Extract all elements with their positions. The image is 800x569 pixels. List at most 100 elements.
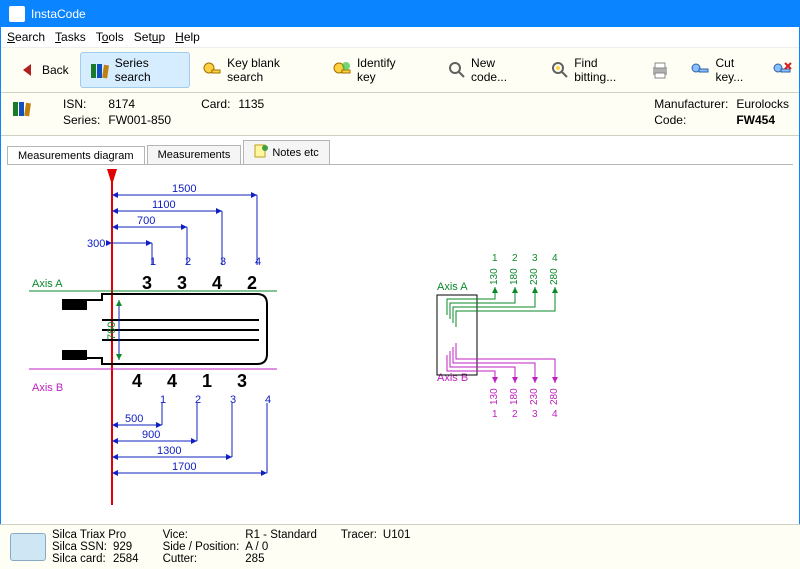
svg-text:180: 180 (509, 388, 520, 405)
svg-text:1300: 1300 (157, 445, 181, 457)
menu-help[interactable]: Help (175, 30, 200, 44)
svg-text:3: 3 (177, 273, 187, 293)
cutter-label: Cutter: (163, 553, 240, 565)
svg-text:1: 1 (160, 394, 166, 406)
series-search-label: Series search (115, 56, 181, 84)
cut-key-button[interactable]: Cut key... (680, 52, 769, 88)
svg-text:300: 300 (87, 238, 105, 250)
series-value: FW001-850 (108, 113, 171, 127)
svg-text:2: 2 (247, 273, 257, 293)
machine-icon (10, 533, 46, 561)
svg-text:280: 280 (549, 388, 560, 405)
key-diagram: 1500 1100 700 300 1 2 3 4 Axis A 3 3 4 2… (7, 165, 793, 523)
card-label: Card: (201, 97, 230, 127)
key-search-icon (201, 59, 223, 81)
svg-text:1100: 1100 (152, 199, 176, 211)
tab-bar: Measurements diagram Measurements Notes … (1, 136, 799, 164)
card-value: 1135 (238, 97, 264, 127)
back-button[interactable]: Back (7, 55, 78, 85)
svg-text:180: 180 (509, 268, 520, 285)
footer-strip: Silca Triax Pro Silca SSN:929 Silca card… (0, 524, 800, 569)
svg-text:500: 500 (125, 413, 143, 425)
menu-search[interactable]: Search (7, 30, 45, 44)
menu-setup[interactable]: Setup (134, 30, 165, 44)
side-label: Side / Position: (163, 541, 240, 553)
identify-key-icon (331, 59, 353, 81)
manufacturer-value: Eurolocks (736, 97, 789, 111)
tab-notes[interactable]: Notes etc (243, 140, 329, 164)
machine-name: Silca Triax Pro (52, 529, 139, 541)
svg-text:2: 2 (185, 256, 191, 268)
identify-key-label: Identify key (357, 56, 412, 84)
back-label: Back (42, 63, 69, 77)
svg-text:Axis B: Axis B (32, 382, 63, 394)
cut-key-icon (689, 59, 711, 81)
svg-text:280: 280 (549, 268, 560, 285)
svg-text:3: 3 (142, 273, 152, 293)
tab-measurements[interactable]: Measurements (147, 145, 242, 164)
key-blank-search-button[interactable]: Key blank search (192, 52, 320, 88)
silca-card-value: 2584 (113, 553, 139, 565)
printer-icon[interactable] (649, 59, 671, 81)
tracer-label: Tracer: (341, 529, 377, 565)
svg-text:230: 230 (529, 388, 540, 405)
ssn-value: 929 (113, 541, 139, 553)
cutter-value: 285 (245, 553, 317, 565)
svg-text:1: 1 (492, 409, 498, 420)
svg-text:Axis A: Axis A (32, 278, 63, 290)
svg-text:130: 130 (489, 388, 500, 405)
svg-text:3: 3 (220, 256, 226, 268)
svg-text:4: 4 (265, 394, 271, 406)
app-icon (9, 6, 25, 22)
magnifier-icon (447, 59, 467, 81)
svg-text:Axis A: Axis A (437, 281, 468, 293)
svg-text:4: 4 (552, 253, 558, 264)
svg-text:2: 2 (512, 409, 518, 420)
find-bitting-button[interactable]: Find bitting... (541, 52, 647, 88)
diagram-panel: 1500 1100 700 300 1 2 3 4 Axis A 3 3 4 2… (7, 164, 793, 524)
svg-text:2: 2 (512, 253, 518, 264)
cut-key-label: Cut key... (715, 56, 760, 84)
svg-text:4: 4 (132, 371, 142, 391)
info-strip: ISN: 8174 Series: FW001-850 Card: 1135 M… (1, 93, 799, 136)
svg-text:1700: 1700 (172, 461, 196, 473)
manufacturer-label: Manufacturer: (654, 97, 728, 111)
new-code-button[interactable]: New code... (438, 52, 539, 88)
key-blank-search-label: Key blank search (227, 56, 311, 84)
vice-label: Vice: (163, 529, 240, 541)
new-code-label: New code... (471, 56, 530, 84)
isn-value: 8174 (108, 97, 171, 111)
svg-text:1: 1 (492, 253, 498, 264)
svg-text:760: 760 (106, 322, 118, 340)
menu-tasks[interactable]: Tasks (55, 30, 86, 44)
books-small-icon (11, 97, 33, 119)
tracer-value: U101 (383, 529, 411, 565)
find-bitting-label: Find bitting... (574, 56, 638, 84)
svg-text:700: 700 (137, 215, 155, 227)
svg-text:Axis B: Axis B (437, 372, 468, 384)
books-icon (89, 59, 111, 81)
svg-text:1: 1 (150, 256, 156, 268)
menu-bar: Search Tasks Tools Setup Help (1, 27, 799, 48)
tab-measurements-diagram[interactable]: Measurements diagram (7, 146, 145, 165)
window-title: InstaCode (31, 7, 86, 21)
svg-text:4: 4 (167, 371, 177, 391)
svg-text:1500: 1500 (172, 183, 196, 195)
svg-text:4: 4 (552, 409, 558, 420)
ssn-label: Silca SSN: (52, 541, 107, 553)
svg-text:2: 2 (195, 394, 201, 406)
series-label: Series: (63, 113, 100, 127)
note-icon (254, 144, 268, 161)
menu-tools[interactable]: Tools (96, 30, 124, 44)
cut-key-cancel-icon[interactable] (771, 59, 793, 81)
svg-text:1: 1 (202, 371, 212, 391)
svg-text:3: 3 (230, 394, 236, 406)
toolbar: Back Series search Key blank search Iden… (1, 48, 799, 93)
magnifier-key-icon (550, 59, 570, 81)
svg-text:230: 230 (529, 268, 540, 285)
isn-label: ISN: (63, 97, 100, 111)
series-search-button[interactable]: Series search (80, 52, 190, 88)
svg-text:900: 900 (142, 429, 160, 441)
identify-key-button[interactable]: Identify key (322, 52, 421, 88)
svg-text:3: 3 (532, 409, 538, 420)
